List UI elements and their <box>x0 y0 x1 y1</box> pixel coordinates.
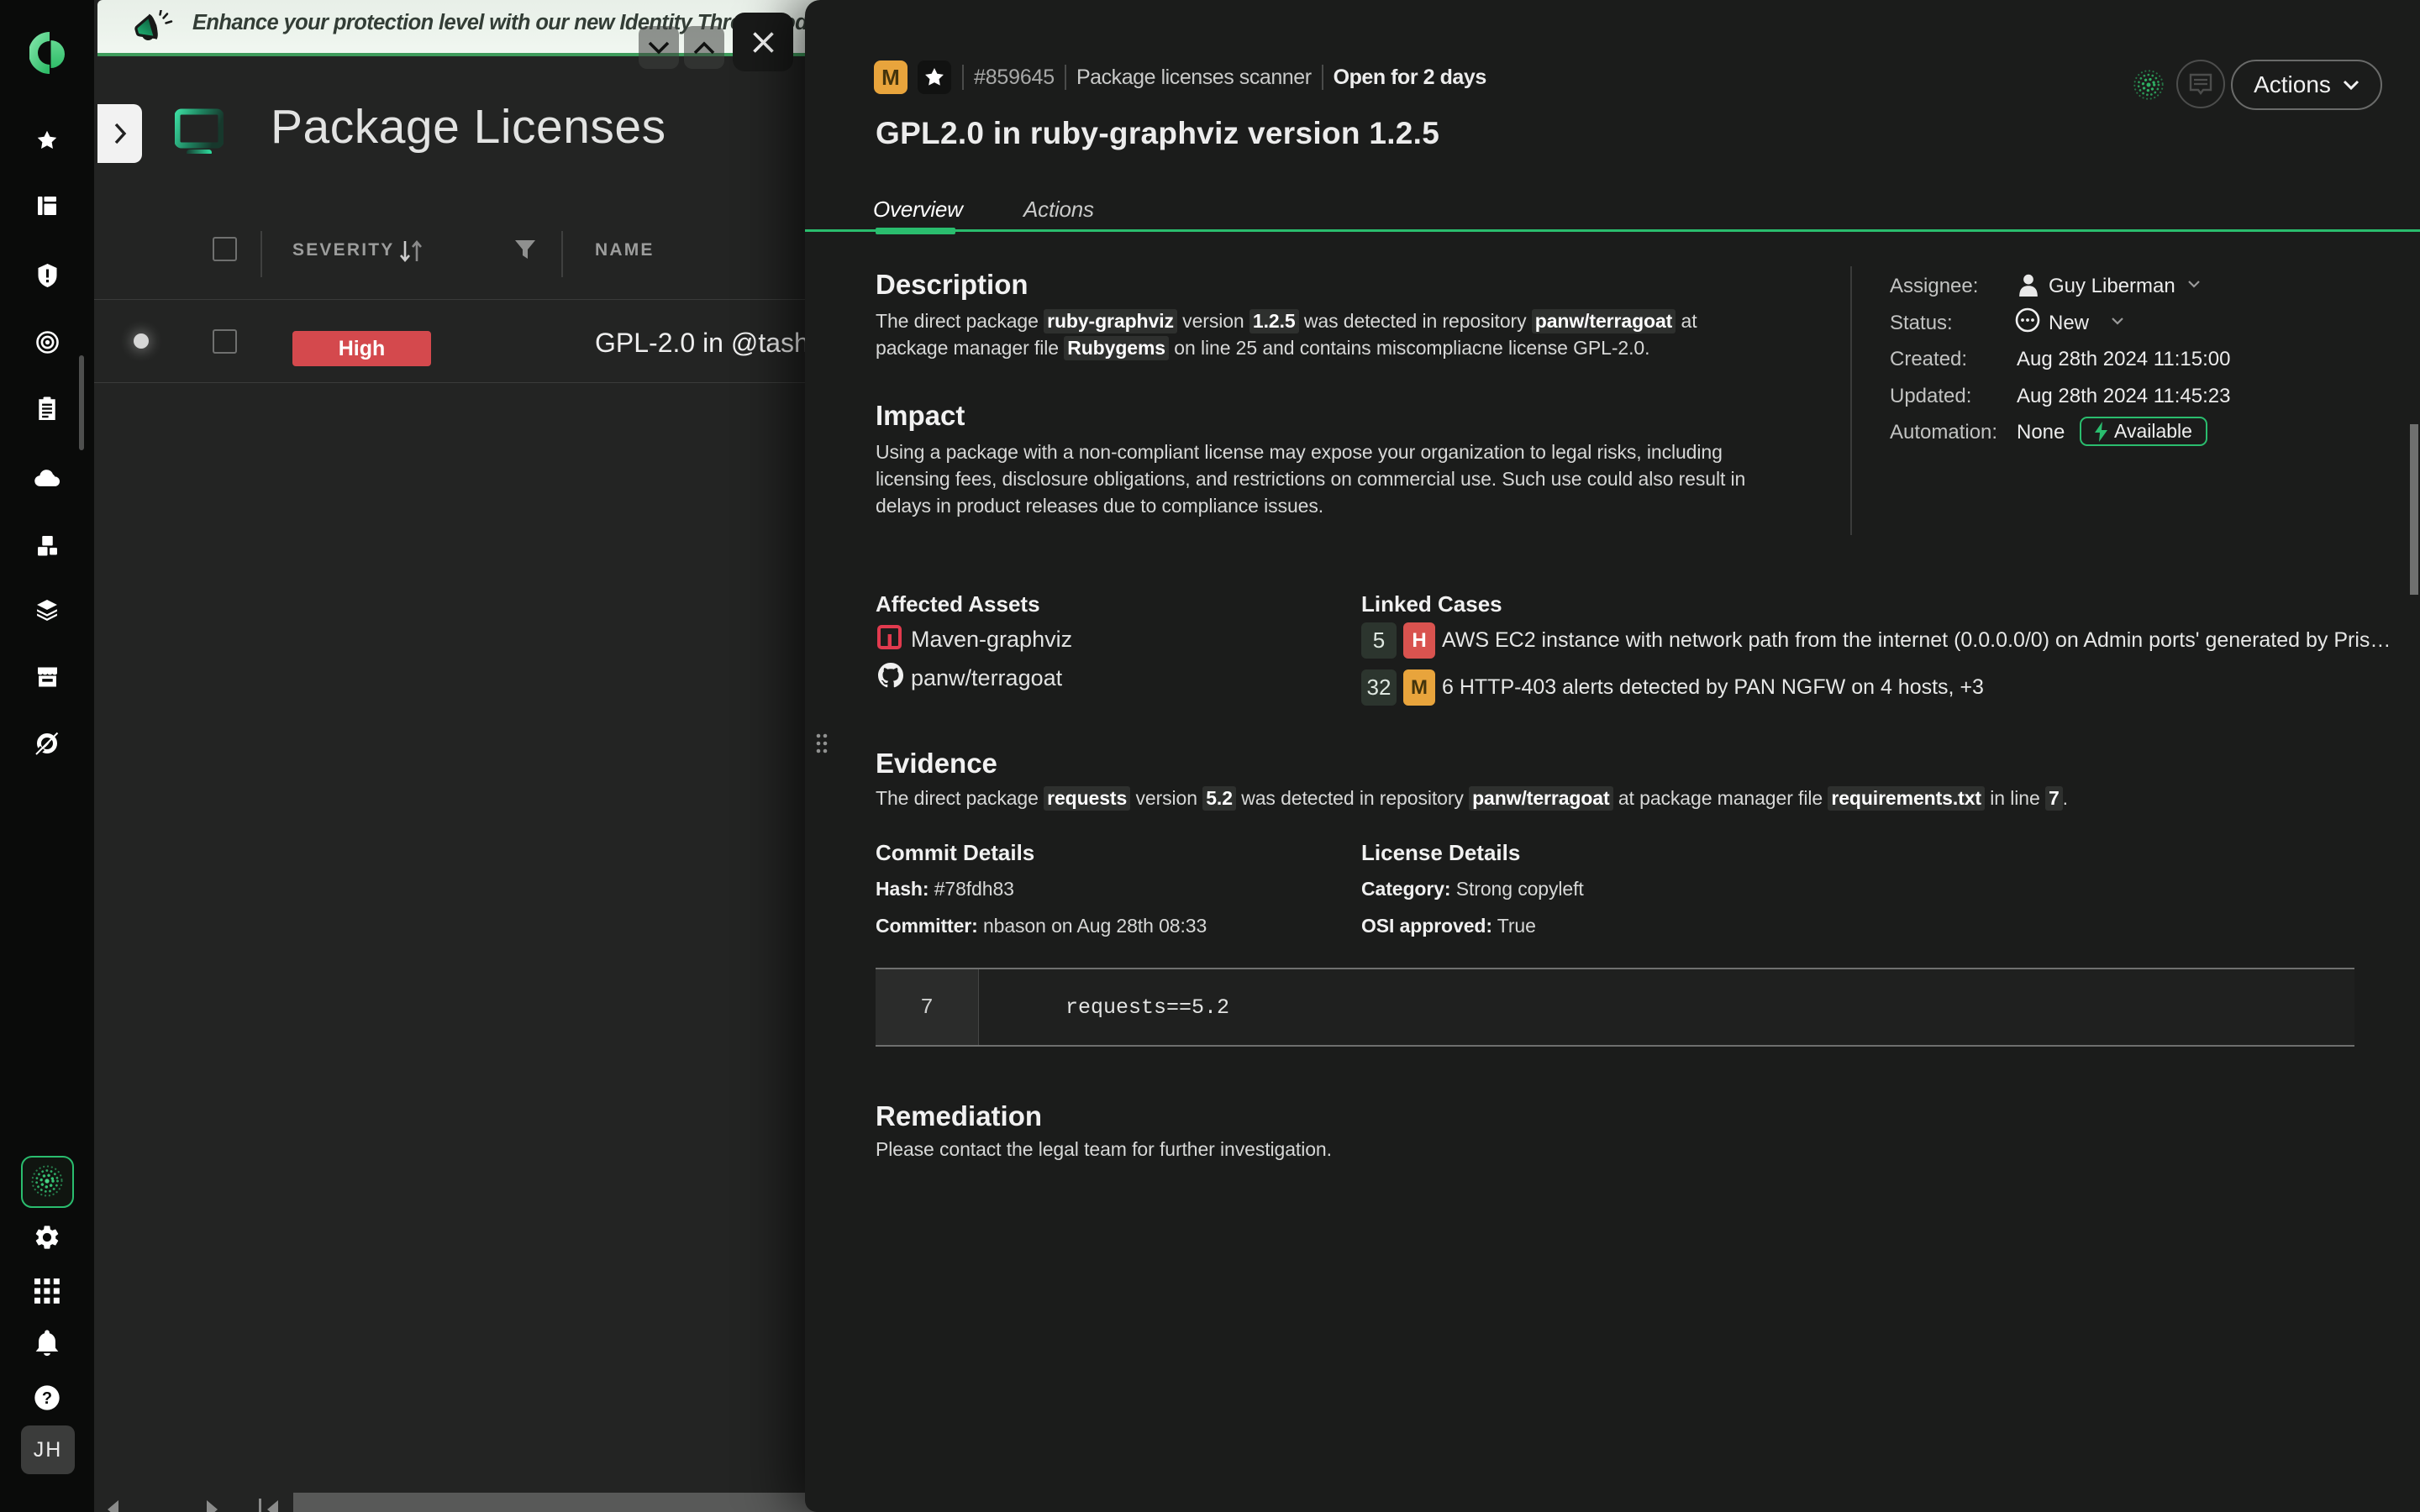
svg-text:?: ? <box>42 1389 52 1408</box>
